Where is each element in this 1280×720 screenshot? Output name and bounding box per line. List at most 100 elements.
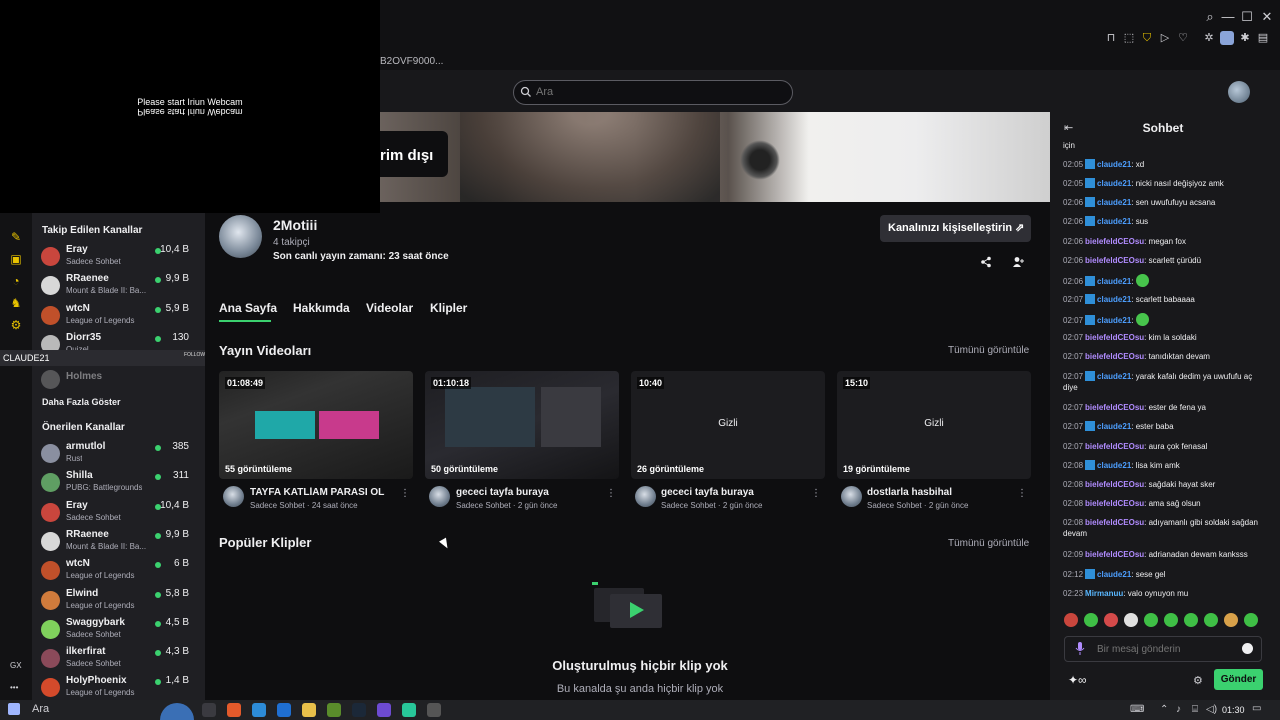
chat-username[interactable]: bielefeldCEOsu [1085,442,1144,451]
more-options-icon[interactable]: ⋮ [1017,488,1027,499]
more-options-icon[interactable]: ⋮ [811,488,821,499]
network-icon[interactable]: ⌸ [1192,704,1198,715]
chat-username[interactable]: bielefeldCEOsu [1085,256,1144,265]
snapshot-icon[interactable]: ⬚ [1122,31,1136,45]
avatar[interactable] [429,486,450,507]
play-icon[interactable]: ▷ [1158,31,1172,45]
tab-videos[interactable]: Videolar [366,301,413,315]
tab-about[interactable]: Hakkımda [293,301,350,315]
video-title[interactable]: TAYFA KATLİAM PARASI OL... [250,487,385,498]
emote-picker-icon[interactable] [1242,643,1253,654]
overlay-follow-label[interactable]: FOLLOW [184,352,205,358]
video-thumbnail[interactable]: 10:40 Gizli 26 görüntüleme [631,371,825,479]
chat-username[interactable]: claude21 [1097,198,1131,207]
chat-username[interactable]: bielefeldCEOsu [1085,550,1144,559]
app-icon[interactable] [377,703,391,717]
more-options-icon[interactable]: ⋮ [400,488,410,499]
chat-username[interactable]: claude21 [1097,217,1131,226]
shield-icon[interactable]: ⛉ [1140,31,1154,45]
close-icon[interactable]: ✕ [1258,8,1276,26]
video-title[interactable]: gececi tayfa buraya [456,487,549,498]
extensions-icon[interactable]: ✱ [1238,31,1252,45]
avatar[interactable] [635,486,656,507]
more-icon[interactable]: ••• [10,683,18,692]
sidebar-item-channel[interactable]: Elwind League of Legends 5,8 B [41,588,201,614]
sidebar-item-channel[interactable]: RRaenee Mount & Blade II: Ba... 9,9 B [41,529,201,555]
app-icon[interactable] [227,703,241,717]
chat-username[interactable]: claude21 [1097,295,1131,304]
sidebar-item-channel[interactable]: ilkerfirat Sadece Sohbet 4,3 B [41,646,201,672]
more-options-icon[interactable]: ⋮ [606,488,616,499]
sidebar-item-channel[interactable]: wtcN League of Legends 5,9 B [41,303,201,329]
sidebar-item-channel[interactable]: Eray Sadece Sohbet 10,4 B [41,244,201,270]
app-icon[interactable] [277,703,291,717]
controller-icon[interactable]: ♞ [9,296,23,310]
chat-username[interactable]: Mirmanuu [1085,589,1123,598]
chat-username[interactable]: claude21 [1097,372,1131,381]
avatar[interactable] [223,486,244,507]
emote[interactable] [1164,613,1178,627]
extension-icon[interactable]: ✲ [1202,31,1216,45]
emote[interactable] [1124,613,1138,627]
videos-see-all-link[interactable]: Tümünü görüntüle [948,345,1029,356]
chat-username[interactable]: claude21 [1097,160,1131,169]
video-title[interactable]: dostlarla hasbihal [867,487,952,498]
emote[interactable] [1084,613,1098,627]
clock[interactable]: 01:30 [1222,705,1245,715]
edge-icon[interactable] [252,703,266,717]
tray-chevron-icon[interactable]: ⌃ [1160,704,1168,715]
video-thumbnail[interactable]: 15:10 Gizli 19 görüntüleme [837,371,1031,479]
chat-username[interactable]: claude21 [1097,179,1131,188]
sidebar-item-channel[interactable]: HolyPhoenix League of Legends 1,4 B [41,675,201,701]
chat-username[interactable]: claude21 [1097,316,1131,325]
profile-icon[interactable] [1220,31,1234,45]
chat-username[interactable]: bielefeldCEOsu [1085,499,1144,508]
emote[interactable] [1184,613,1198,627]
sidebar-toggle-icon[interactable]: ▤ [1256,31,1270,45]
volume-icon[interactable]: ◁) [1206,704,1217,715]
chat-username[interactable]: bielefeldCEOsu [1085,403,1144,412]
tab-clips[interactable]: Klipler [430,301,467,315]
avatar[interactable] [841,486,862,507]
chat-username[interactable]: claude21 [1097,277,1131,286]
maximize-icon[interactable]: ☐ [1238,8,1256,26]
task-view-icon[interactable] [202,703,216,717]
chat-username[interactable]: claude21 [1097,461,1131,470]
app-icon[interactable] [427,703,441,717]
sidebar-item-offline[interactable]: Holmes [41,367,201,393]
sidebar-item-channel[interactable]: armutlol Rust 385 [41,441,201,467]
clips-see-all-link[interactable]: Tümünü görüntüle [948,538,1029,549]
emote[interactable] [1144,613,1158,627]
share-icon[interactable] [980,256,992,268]
emote[interactable] [1104,613,1118,627]
heart-icon[interactable]: ♡ [1176,31,1190,45]
app-icon[interactable] [402,703,416,717]
emote[interactable] [1064,613,1078,627]
chat-username[interactable]: bielefeldCEOsu [1085,480,1144,489]
customize-channel-button[interactable]: Kanalınızı kişiselleştirin ⇗ [880,215,1031,242]
gamepad-icon[interactable]: ✎ [9,230,23,244]
settings-icon[interactable]: ⚙ [9,318,23,332]
chat-input[interactable] [1064,636,1262,662]
windows-start-icon[interactable] [8,703,20,715]
sidebar-item-channel[interactable]: RRaenee Mount & Blade II: Ba... 9,9 B [41,273,201,299]
sidebar-item-channel[interactable]: wtcN League of Legends 6 B [41,558,201,584]
clock-icon[interactable]: ◔ [9,274,23,288]
search-input[interactable] [536,81,786,103]
minimize-icon[interactable]: — [1219,8,1237,26]
video-thumbnail[interactable]: 01:10:18 50 görüntüleme [425,371,619,479]
channel-avatar[interactable] [219,215,262,258]
emote[interactable] [1244,613,1258,627]
keyboard-icon[interactable]: ⌨ [1130,704,1144,715]
notifications-icon[interactable]: ▭ [1252,703,1261,714]
emote[interactable] [1224,613,1238,627]
app-icon[interactable] [327,703,341,717]
chat-username[interactable]: claude21 [1097,422,1131,431]
news-icon[interactable]: ▣ [9,252,23,266]
mic-tray-icon[interactable]: ♪ [1176,704,1181,715]
video-thumbnail[interactable]: 01:08:49 55 görüntüleme [219,371,413,479]
folder-icon[interactable] [302,703,316,717]
sidebar-item-channel[interactable]: Shilla PUBG: Battlegrounds 311 [41,470,201,496]
url-fragment[interactable]: B2OVF9000... [380,56,443,67]
user-follow-icon[interactable] [1012,256,1024,268]
